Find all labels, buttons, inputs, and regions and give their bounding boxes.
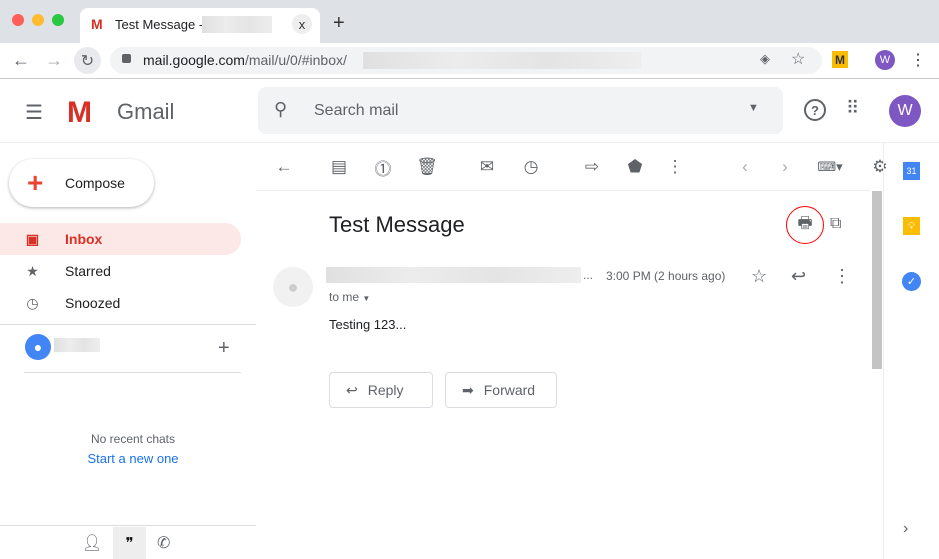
search-options-icon[interactable]: ▼ [748,102,759,114]
search-bar[interactable]: ⚲ Search mail ▼ [258,87,783,134]
more-icon[interactable]: ⋮ [663,155,687,179]
extension-icon[interactable]: ◈ [760,51,770,67]
search-icon: ⚲ [274,99,288,119]
lock-icon [122,54,131,63]
address-bar[interactable]: mail.google.com/mail/u/0/#inbox/ ◈ ☆ [110,47,822,74]
chat-icon[interactable]: ❞ [113,527,146,559]
clock-icon: ◷ [26,294,39,311]
no-chats-text: No recent chats [90,432,176,446]
divider [24,372,241,373]
redacted-sender [326,267,581,283]
redacted [54,338,100,352]
sidebar-item-starred[interactable]: ★ Starred [0,255,241,287]
move-to-icon[interactable]: ⇨ [580,155,604,179]
divider [883,143,884,559]
compose-button[interactable]: + Compose [9,159,154,207]
browser-menu-icon[interactable]: ⋮ [910,50,926,70]
inbox-icon: ▣ [25,230,40,247]
reply-label: Reply [367,382,404,398]
close-window-button[interactable] [12,14,24,26]
search-input[interactable]: Search mail [314,102,398,120]
bookmark-star-icon[interactable]: ☆ [791,49,805,69]
contacts-icon[interactable]: 👤︎ [82,533,102,553]
new-tab-button[interactable]: + [333,12,345,35]
mark-unread-icon[interactable]: ✉ [475,155,499,179]
redacted [363,52,641,69]
scrollbar[interactable] [872,191,882,369]
keep-icon[interactable]: 💡︎ [903,217,920,235]
expand-side-panel-icon[interactable]: › [903,520,908,538]
message-subject: Test Message [329,212,465,237]
open-new-window-icon[interactable]: ⧉ [830,215,841,233]
star-icon: ★ [26,262,39,279]
tab-title: Test Message - [115,17,204,32]
phone-icon[interactable]: ✆ [157,533,170,553]
reload-icon[interactable]: ↻ [74,47,101,74]
plus-icon: + [27,167,44,198]
divider [0,324,256,325]
sidebar-item-inbox[interactable]: ▣ Inbox [0,223,241,255]
redacted [202,16,272,33]
star-icon[interactable]: ☆ [751,266,767,287]
sidebar-item-snoozed[interactable]: ◷ Snoozed [0,287,241,319]
account-avatar[interactable]: W [889,95,921,127]
forward-label: Forward [483,382,536,398]
message-body: Testing 123... [329,317,407,332]
print-icon[interactable]: 🖶︎ [786,206,824,244]
gmail-favicon-icon: M [91,16,103,32]
back-to-inbox-icon[interactable]: ← [272,155,296,179]
report-spam-icon[interactable]: ⓵ [371,155,395,179]
divider [256,190,870,191]
start-chat-link[interactable]: Start a new one [0,451,266,466]
profile-avatar[interactable]: W [875,50,895,70]
input-tools-icon[interactable]: ⌨▾ [812,155,848,179]
sender-avatar: ● [273,267,313,307]
reply-icon[interactable]: ↩ [791,266,806,287]
archive-icon[interactable]: ▤ [327,155,351,179]
newer-icon[interactable]: ‹ [733,155,757,179]
chevron-down-icon: ▼ [362,294,371,303]
sidebar-item-label: Snoozed [65,295,121,311]
recipients-toggle[interactable]: to me ▼ [329,290,370,304]
main-menu-icon[interactable]: ☰ [25,100,43,125]
app-name[interactable]: Gmail [117,99,174,125]
forward-icon[interactable]: → [45,50,63,71]
sidebar-item-label: Starred [65,263,111,279]
back-icon[interactable]: ← [12,50,30,71]
tasks-icon[interactable]: ✓ [902,272,921,291]
apps-grid-icon[interactable]: ⠿ [846,98,859,119]
divider [0,142,939,143]
gmail-logo-icon: M [67,96,92,129]
delete-icon[interactable]: 🗑︎ [415,155,439,179]
maximize-window-button[interactable] [52,14,64,26]
divider [0,525,256,526]
sender-ellipsis: ... [583,268,594,282]
settings-icon[interactable]: ⚙ [868,155,892,179]
older-icon[interactable]: › [773,155,797,179]
forward-button[interactable]: ➡ Forward [445,372,557,408]
help-icon[interactable]: ? [804,99,826,121]
message-time: 3:00 PM (2 hours ago) [606,269,726,283]
url-path: /mail/u/0/#inbox/ [244,52,347,68]
url-host: mail.google.com [143,52,245,68]
recipients-label: to me [329,290,360,304]
calendar-icon[interactable]: 31 [903,162,920,180]
extension-m-icon[interactable]: M [832,51,848,68]
reply-icon: ↩ [346,381,358,398]
reply-button[interactable]: ↩ Reply [329,372,433,408]
message-more-icon[interactable]: ⋮ [833,266,851,287]
compose-label: Compose [65,175,125,191]
browser-tab[interactable]: M Test Message - x [80,8,320,43]
add-chat-icon[interactable]: + [218,337,230,360]
snooze-icon[interactable]: ◷ [519,155,543,179]
sidebar-item-label: Inbox [65,231,103,247]
minimize-window-button[interactable] [32,14,44,26]
hangouts-user-avatar[interactable]: ● [25,334,51,360]
label-icon[interactable]: ⬟ [623,155,647,179]
close-tab-button[interactable]: x [292,14,312,34]
forward-icon: ➡ [462,381,474,398]
